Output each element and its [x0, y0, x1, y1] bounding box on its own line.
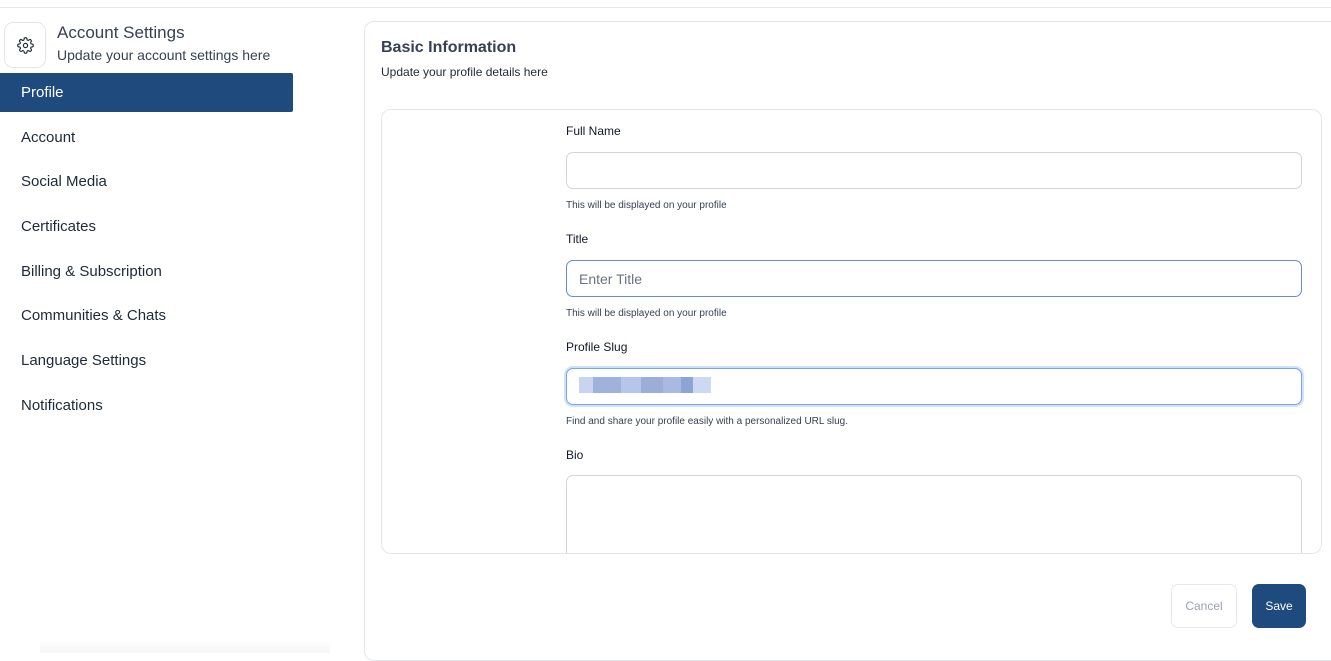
title-help: This will be displayed on your profile [566, 308, 727, 319]
full-name-label: Full Name [566, 124, 621, 138]
page-title: Basic Information [381, 39, 517, 56]
sidebar-shadow [40, 640, 330, 653]
top-border [0, 0, 1331, 8]
sidebar-item-language-settings[interactable]: Language Settings [0, 341, 293, 380]
basic-information-card: Basic Information Update your profile de… [364, 21, 1331, 661]
full-name-input[interactable] [566, 152, 1302, 189]
save-button[interactable]: Save [1252, 584, 1306, 628]
settings-sidebar: Account Settings Update your account set… [0, 8, 300, 653]
sidebar-item-social-media[interactable]: Social Media [0, 162, 293, 201]
sidebar-item-certificates[interactable]: Certificates [0, 207, 293, 246]
sidebar-title: Account Settings [57, 23, 185, 42]
title-input[interactable] [566, 260, 1302, 297]
bio-textarea[interactable] [566, 475, 1302, 553]
sidebar-item-account[interactable]: Account [0, 118, 293, 157]
sidebar-header: Account Settings Update your account set… [4, 22, 294, 70]
title-label: Title [566, 232, 589, 246]
profile-slug-input[interactable] [566, 368, 1302, 405]
sidebar-item-profile[interactable]: Profile [0, 73, 293, 112]
full-name-help: This will be displayed on your profile [566, 200, 727, 211]
sidebar-item-notifications[interactable]: Notifications [0, 386, 293, 425]
page-subtitle: Update your profile details here [381, 65, 548, 79]
sidebar-subtitle: Update your account settings here [57, 47, 271, 63]
sidebar-item-billing-subscription[interactable]: Billing & Subscription [0, 252, 293, 291]
gear-icon [4, 22, 46, 68]
cancel-button[interactable]: Cancel [1171, 584, 1237, 628]
profile-slug-help: Find and share your profile easily with … [566, 416, 848, 427]
profile-slug-label: Profile Slug [566, 340, 628, 354]
profile-form: Full Name This will be displayed on your… [381, 109, 1322, 554]
settings-nav: Profile Account Social Media Certificate… [0, 73, 293, 431]
bio-label: Bio [566, 448, 584, 462]
sidebar-item-communities-chats[interactable]: Communities & Chats [0, 296, 293, 335]
